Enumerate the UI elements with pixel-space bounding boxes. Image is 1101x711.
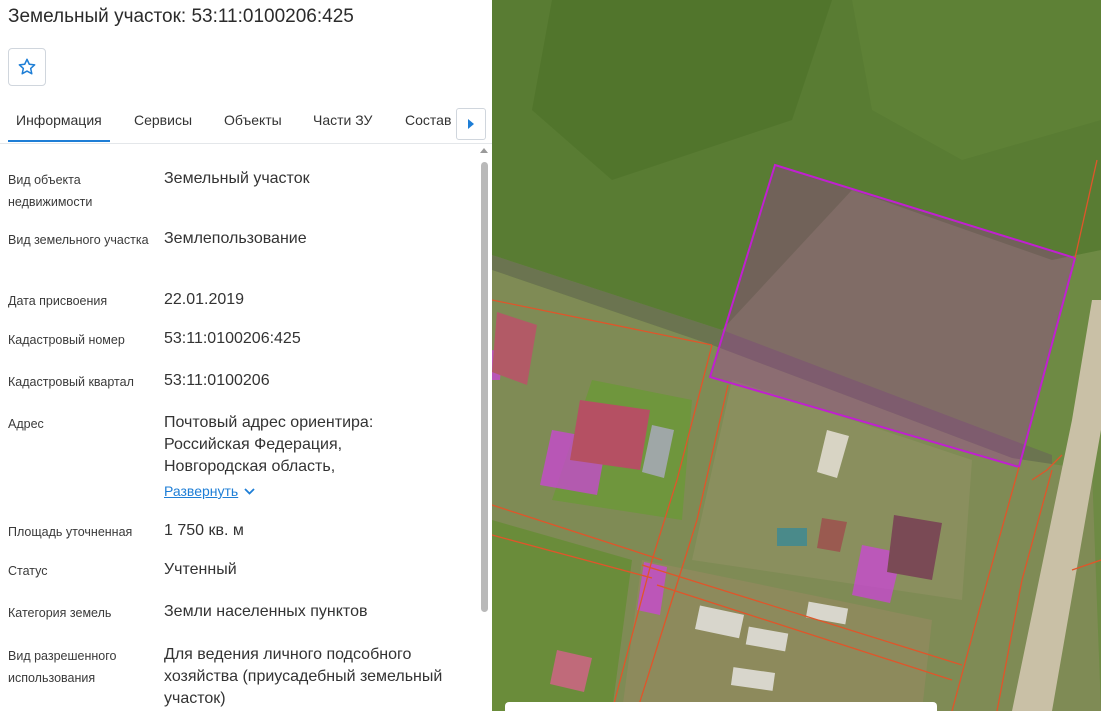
land-category-value: Земли населенных пунктов: [164, 603, 368, 620]
cadastral-block-value: 53:11:0100206: [164, 372, 270, 389]
expand-link-label: Развернуть: [164, 483, 239, 499]
cadastral-number-value: 53:11:0100206:425: [164, 330, 301, 347]
scrollbar-thumb[interactable]: [481, 162, 488, 612]
address-value: Почтовый адрес ориентира: Российская Фед…: [164, 414, 374, 475]
triangle-right-icon: [468, 119, 474, 129]
page-title: Земельный участок: 53:11:0100206:425: [8, 6, 354, 27]
scroll-up-arrow-icon[interactable]: [480, 148, 488, 153]
tab-plot-parts[interactable]: Части ЗУ: [313, 112, 372, 128]
object-type-label: Вид объекта недвижимости: [8, 173, 93, 209]
satellite-map: [492, 0, 1101, 711]
map-view[interactable]: [492, 0, 1101, 711]
chevron-down-icon: [244, 487, 255, 495]
date-value: 22.01.2019: [164, 291, 245, 308]
tab-objects[interactable]: Объекты: [224, 112, 282, 128]
star-outline-icon: [18, 58, 36, 75]
area-label: Площадь уточненная: [8, 525, 133, 539]
plot-type-value: Землепользование: [164, 230, 307, 247]
permitted-use-label: Вид разрешенного использования: [8, 649, 117, 685]
land-category-label: Категория земель: [8, 606, 112, 620]
tab-composition[interactable]: Состав: [405, 112, 451, 128]
area-value: 1 750 кв. м: [164, 522, 244, 539]
tabs-scroll-right-button[interactable]: [456, 108, 486, 140]
cadastral-block-label: Кадастровый квартал: [8, 375, 134, 389]
status-value: Учтенный: [164, 561, 237, 578]
info-panel: Земельный участок: 53:11:0100206:425 Инф…: [0, 0, 492, 711]
address-label: Адрес: [8, 417, 44, 431]
tab-bar: Информация Сервисы Объекты Части ЗУ Сост…: [0, 100, 492, 144]
permitted-use-value: Для ведения личного подсобного хозяйства…: [164, 646, 443, 707]
map-bottom-panel[interactable]: [505, 702, 937, 711]
plot-type-label: Вид земельного участка: [8, 233, 149, 247]
date-label: Дата присвоения: [8, 294, 108, 308]
cadastral-number-label: Кадастровый номер: [8, 333, 125, 347]
tab-information[interactable]: Информация: [16, 112, 102, 128]
favorite-button[interactable]: [8, 48, 46, 86]
status-label: Статус: [8, 564, 48, 578]
tab-services[interactable]: Сервисы: [134, 112, 192, 128]
object-type-value: Земельный участок: [164, 170, 310, 187]
active-tab-indicator: [8, 140, 110, 142]
expand-address-link[interactable]: Развернуть: [164, 483, 255, 499]
